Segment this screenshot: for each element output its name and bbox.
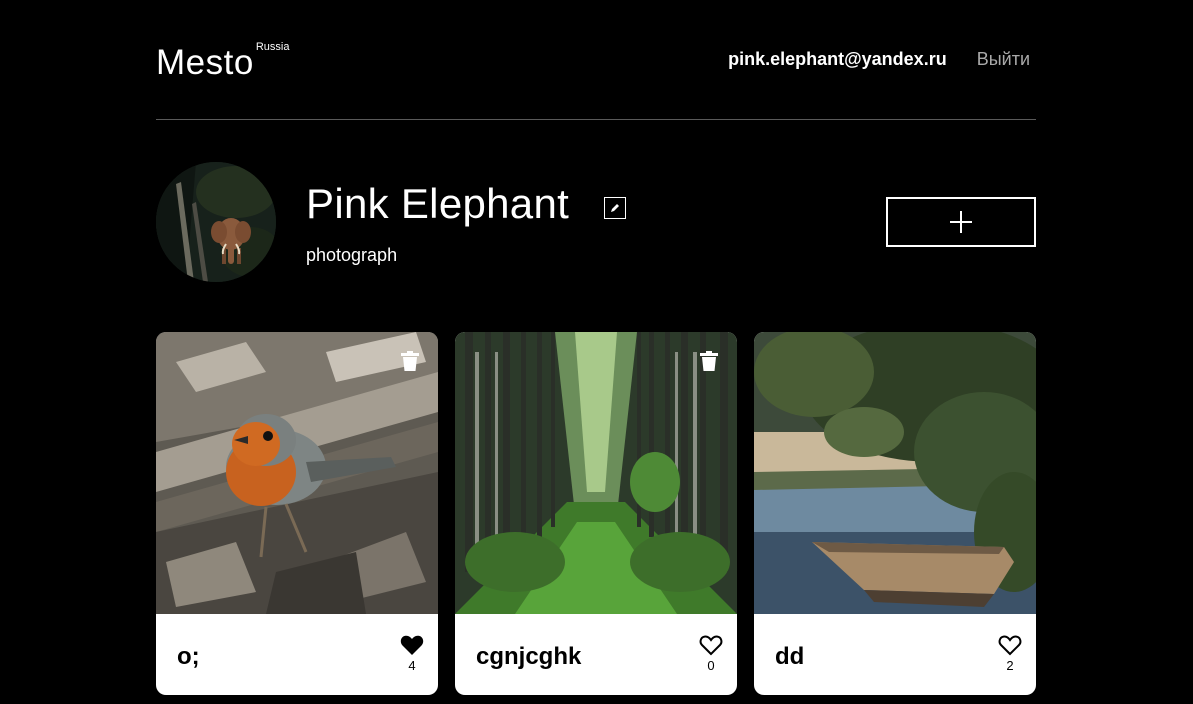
logo-text: Mesto (156, 43, 254, 82)
trash-icon (700, 351, 718, 371)
card: cgnjcghk 0 (455, 332, 737, 695)
edit-profile-button[interactable] (604, 197, 626, 219)
card-title: cgnjcghk (476, 643, 582, 670)
avatar-image (156, 162, 276, 282)
avatar[interactable] (156, 162, 276, 282)
user-email: pink.elephant@yandex.ru (728, 49, 947, 69)
like-count: 0 (707, 658, 715, 673)
logo-superscript: Russia (255, 41, 290, 53)
like-group: 4 (399, 634, 425, 672)
card-photo-boat (754, 332, 1036, 614)
logo[interactable]: Mesto Russia (156, 41, 290, 82)
header: Mesto Russia pink.elephant@yandex.ru Вый… (156, 0, 1036, 120)
card: o; 4 (156, 332, 438, 695)
heart-icon[interactable] (400, 634, 424, 656)
page: Mesto Russia pink.elephant@yandex.ru Вый… (0, 0, 1193, 704)
content-wrapper: Mesto Russia pink.elephant@yandex.ru Вый… (156, 0, 1036, 695)
card-image[interactable] (754, 332, 1036, 614)
profile-name: Pink Elephant (306, 180, 570, 227)
card-footer: cgnjcghk 0 (455, 614, 737, 695)
logout-link[interactable]: Выйти (977, 49, 1030, 70)
like-group: 0 (698, 634, 724, 672)
card-title: o; (177, 643, 200, 670)
like-count: 4 (408, 658, 416, 673)
like-group: 2 (997, 634, 1023, 672)
delete-card-button[interactable] (700, 351, 718, 371)
plus-icon (950, 211, 972, 233)
card-photo-robin (156, 332, 438, 614)
card-photo-forest (455, 332, 737, 614)
card-footer: o; 4 (156, 614, 438, 695)
add-card-button[interactable] (886, 197, 1036, 247)
heart-icon[interactable] (699, 634, 723, 656)
card-footer: dd 2 (754, 614, 1036, 695)
like-count: 2 (1006, 658, 1014, 673)
profile-about: photograph (306, 245, 398, 265)
card: dd 2 (754, 332, 1036, 695)
card-title: dd (775, 643, 805, 670)
heart-icon[interactable] (998, 634, 1022, 656)
profile: Pink Elephant photograph (156, 120, 1036, 332)
pencil-icon (611, 204, 619, 212)
cards-grid: o; 4 cgnjcghk 0 dd 2 (156, 332, 1036, 695)
header-user-area: pink.elephant@yandex.ru Выйти (728, 49, 1030, 70)
card-image[interactable] (455, 332, 737, 614)
card-image[interactable] (156, 332, 438, 614)
trash-icon (401, 351, 419, 371)
delete-card-button[interactable] (401, 351, 419, 371)
